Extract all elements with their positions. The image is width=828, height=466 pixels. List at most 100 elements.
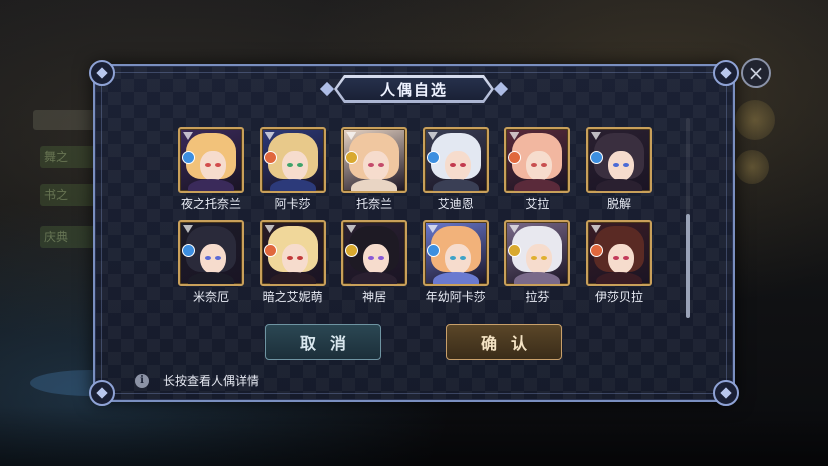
doll-name: 艾迪恩 [437, 197, 474, 211]
portrait-body [188, 272, 234, 284]
portrait-face [363, 151, 390, 181]
background-coin-icon [735, 150, 769, 184]
doll-card[interactable]: 艾拉 [504, 127, 571, 212]
doll-card[interactable]: 米奈厄 [178, 220, 244, 305]
portrait-body [351, 179, 398, 191]
dialog-title-plate: 人偶自选 [319, 75, 509, 103]
diamond-icon [319, 81, 335, 97]
doll-portrait[interactable] [259, 220, 326, 286]
doll-name: 神居 [362, 290, 387, 304]
portrait-eye [286, 163, 293, 167]
corner-ornament-icon [89, 380, 115, 406]
corner-ornament-icon [713, 60, 739, 86]
portrait-eye [449, 163, 456, 167]
doll-card[interactable]: 阿卡莎 [259, 127, 326, 212]
doll-portrait[interactable] [341, 127, 408, 193]
portrait-eye [622, 256, 629, 260]
portrait-face [200, 151, 226, 181]
background-coin-icon [735, 100, 775, 140]
portrait-face [200, 244, 226, 274]
portrait-eye [612, 163, 619, 167]
background-shade [0, 406, 828, 466]
doll-portrait[interactable] [259, 127, 326, 193]
water-element-icon [182, 151, 195, 164]
portrait-face [607, 244, 634, 274]
portrait-body [269, 179, 316, 191]
corner-ornament-icon [713, 380, 739, 406]
portrait-eye [612, 256, 619, 260]
scrollbar-thumb[interactable] [686, 214, 690, 318]
portrait-face [281, 151, 308, 181]
portrait-face [281, 244, 308, 274]
doll-portrait[interactable] [504, 127, 571, 193]
portrait-eye [205, 163, 211, 167]
diamond-icon [493, 81, 509, 97]
portrait-eye [215, 256, 221, 260]
doll-portrait[interactable] [585, 220, 652, 286]
fire-element-icon [263, 244, 277, 257]
doll-card[interactable]: 伊莎贝拉 [585, 220, 652, 305]
doll-name: 阿卡莎 [274, 197, 311, 211]
portrait-eye [215, 163, 221, 167]
corner-ornament-icon [89, 60, 115, 86]
portrait-face [363, 244, 390, 274]
doll-portrait[interactable] [422, 127, 489, 193]
doll-card[interactable]: 托奈兰 [341, 127, 408, 212]
info-hint: i 长按查看人偶详情 [135, 372, 259, 389]
doll-name: 脱解 [606, 197, 631, 211]
doll-card[interactable]: 暗之艾妮萌 [259, 220, 326, 305]
doll-name: 米奈厄 [192, 290, 229, 304]
doll-portrait[interactable] [178, 127, 244, 193]
info-text: 长按查看人偶详情 [163, 374, 260, 388]
portrait-eye [622, 163, 629, 167]
portrait-face [444, 244, 471, 274]
doll-card[interactable]: 夜之托奈兰 [178, 127, 244, 212]
portrait-body [432, 179, 479, 191]
doll-name: 暗之艾妮萌 [262, 290, 323, 304]
doll-name: 托奈兰 [356, 197, 393, 211]
doll-portrait[interactable] [422, 220, 489, 286]
fire-element-icon [589, 244, 603, 257]
doll-portrait[interactable] [341, 220, 408, 286]
portrait-face [607, 151, 634, 181]
doll-name: 夜之托奈兰 [180, 197, 241, 211]
close-button[interactable]: × [741, 58, 771, 88]
portrait-eye [205, 256, 211, 260]
portrait-eye [286, 256, 293, 260]
doll-name: 年幼阿卡莎 [425, 290, 486, 304]
doll-name: 伊莎贝拉 [594, 290, 643, 304]
portrait-eye [459, 256, 466, 260]
doll-card[interactable]: 艾迪恩 [422, 127, 489, 212]
water-element-icon [426, 244, 440, 257]
portrait-body [514, 272, 561, 284]
info-icon: i [135, 373, 149, 388]
fire-element-icon [263, 151, 277, 164]
portrait-eye [459, 163, 466, 167]
doll-card[interactable]: 脱解 [585, 127, 652, 212]
doll-portrait[interactable] [178, 220, 244, 286]
water-element-icon [426, 151, 440, 164]
portrait-face [444, 151, 471, 181]
doll-portrait[interactable] [504, 220, 571, 286]
confirm-button[interactable]: 确认 [446, 324, 562, 360]
doll-portrait[interactable] [585, 127, 652, 193]
portrait-body [269, 272, 316, 284]
portrait-eye [296, 163, 303, 167]
dialog-title: 人偶自选 [379, 80, 448, 99]
doll-card[interactable]: 拉芬 [504, 220, 571, 305]
doll-card[interactable]: 神居 [341, 220, 408, 305]
doll-card[interactable]: 年幼阿卡莎 [422, 220, 489, 305]
doll-grid: 夜之托奈兰 阿卡莎 托奈兰 艾迪恩 艾拉 脱解米奈厄 暗之艾妮萌 神居 年幼阿卡莎 拉芬 伊莎贝拉 [178, 127, 652, 305]
doll-name: 拉芬 [525, 290, 550, 304]
water-element-icon [589, 151, 603, 164]
portrait-body [595, 272, 642, 284]
portrait-body [514, 179, 561, 191]
portrait-eye [296, 256, 303, 260]
water-element-icon [182, 244, 195, 257]
portrait-eye [449, 256, 456, 260]
cancel-button[interactable]: 取消 [265, 324, 381, 360]
portrait-body [351, 272, 398, 284]
doll-name: 艾拉 [525, 197, 550, 211]
portrait-body [432, 272, 479, 284]
portrait-body [595, 179, 642, 191]
